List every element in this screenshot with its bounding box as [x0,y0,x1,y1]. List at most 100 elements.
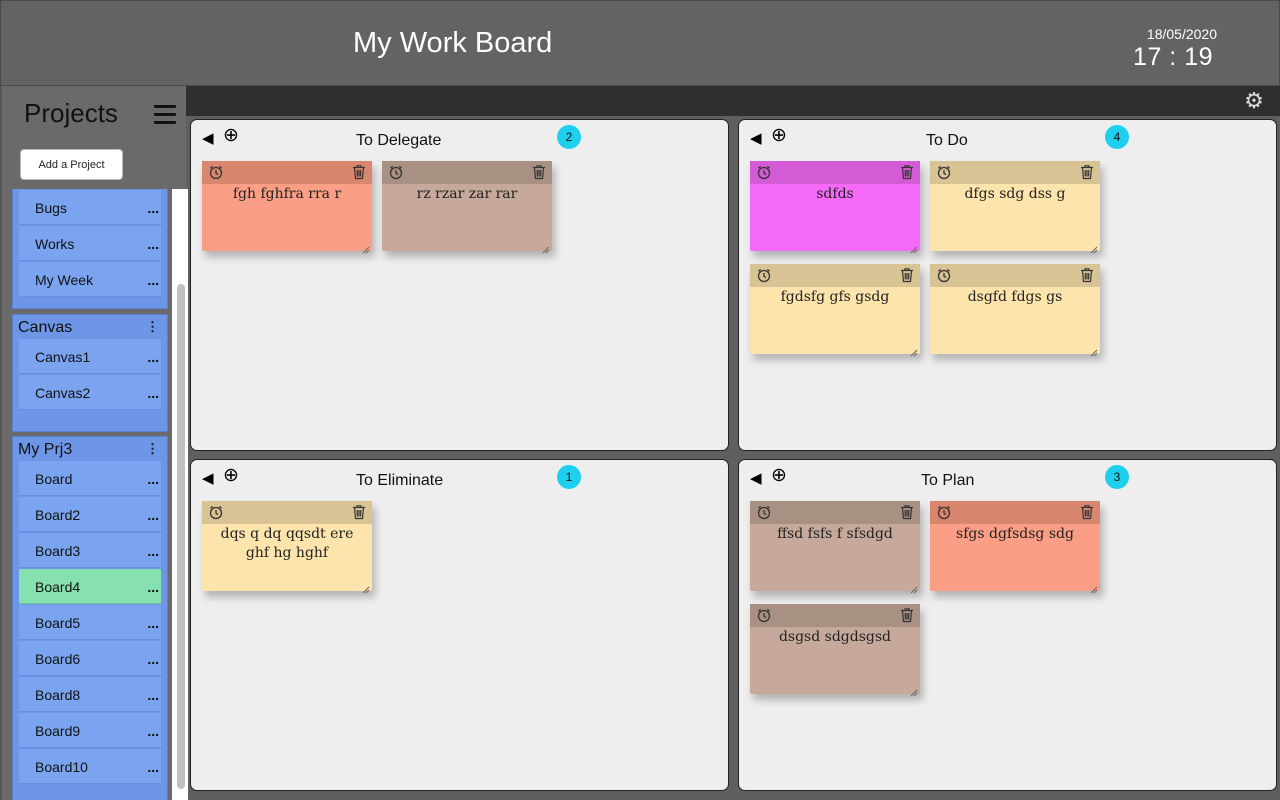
item-menu-button[interactable]: ... [147,385,159,401]
resize-handle-icon[interactable] [1090,241,1098,254]
board-item[interactable]: Board10... [19,749,161,784]
item-menu-button[interactable]: ... [147,349,159,365]
sidebar-scrollbar-thumb[interactable] [177,284,185,789]
board-item[interactable]: Board3... [19,533,161,568]
note-header [930,161,1100,184]
board-item[interactable]: Bugs ... [19,190,161,225]
board-item[interactable]: Board2... [19,497,161,532]
trash-icon[interactable] [900,607,914,623]
trash-icon[interactable] [900,164,914,180]
note-text[interactable]: dqs q dq qqsdt ere ghf hg hghf [208,525,366,563]
item-menu-button[interactable]: ... [147,507,159,523]
alarm-clock-icon[interactable] [208,504,224,520]
alarm-clock-icon[interactable] [756,164,772,180]
resize-handle-icon[interactable] [542,241,550,254]
resize-handle-icon[interactable] [910,684,918,697]
hamburger-menu-icon[interactable] [154,105,176,125]
back-arrow-icon[interactable]: ◀ [750,469,762,487]
note-text[interactable]: sdfds [756,185,914,204]
board-item[interactable]: My Week ... [19,262,161,297]
back-arrow-icon[interactable]: ◀ [202,129,214,147]
trash-icon[interactable] [900,267,914,283]
project-group-header[interactable]: Canvas ⋮ [13,315,167,339]
back-arrow-icon[interactable]: ◀ [202,469,214,487]
resize-handle-icon[interactable] [1090,344,1098,357]
add-note-icon[interactable]: ⊕ [771,466,787,485]
alarm-clock-icon[interactable] [756,267,772,283]
sticky-note[interactable]: fgdsfg gfs gsdg [750,264,920,357]
quadrant-to-do: ◀ ⊕ To Do 4 sdfds dfgs sdg dss g fgdsfg gf… [738,119,1277,451]
board-item[interactable]: Works ... [19,226,161,261]
resize-handle-icon[interactable] [1090,581,1098,594]
resize-handle-icon[interactable] [362,241,370,254]
alarm-clock-icon[interactable] [756,504,772,520]
item-menu-button[interactable]: ... [147,579,159,595]
board-item-active[interactable]: Board4... [19,569,161,604]
note-text[interactable]: dfgs sdg dss g [936,185,1094,204]
project-group-header[interactable]: My Prj3 ⋮ [13,437,167,461]
resize-handle-icon[interactable] [362,581,370,594]
item-menu-button[interactable]: ... [147,759,159,775]
board-item[interactable]: Board... [19,461,161,496]
alarm-clock-icon[interactable] [936,164,952,180]
trash-icon[interactable] [1080,267,1094,283]
note-text[interactable]: rz rzar zar rar [388,185,546,204]
note-text[interactable]: ffsd fsfs f sfsdgd [756,525,914,544]
project-menu-button[interactable]: ⋮ [146,319,159,335]
trash-icon[interactable] [1080,164,1094,180]
item-menu-button[interactable]: ... [147,687,159,703]
settings-gear-icon[interactable]: ⚙ [1242,89,1266,113]
sticky-note[interactable]: ffsd fsfs f sfsdgd [750,501,920,594]
item-menu-button[interactable]: ... [147,651,159,667]
add-project-button[interactable]: Add a Project [20,149,123,180]
sticky-note[interactable]: dfgs sdg dss g [930,161,1100,254]
add-note-icon[interactable]: ⊕ [223,466,239,485]
sticky-note[interactable]: dsgsd sdgdsgsd [750,604,920,697]
item-menu-button[interactable]: ... [147,200,159,216]
item-menu-button[interactable]: ... [147,543,159,559]
trash-icon[interactable] [1080,504,1094,520]
back-arrow-icon[interactable]: ◀ [750,129,762,147]
alarm-clock-icon[interactable] [756,607,772,623]
resize-handle-icon[interactable] [910,241,918,254]
note-text[interactable]: dsgfd fdgs gs [936,288,1094,307]
trash-icon[interactable] [352,504,366,520]
trash-icon[interactable] [352,164,366,180]
alarm-clock-icon[interactable] [208,164,224,180]
resize-handle-icon[interactable] [910,344,918,357]
sticky-note[interactable]: fgh fghfra rra r [202,161,372,254]
sticky-note[interactable]: dqs q dq qqsdt ere ghf hg hghf [202,501,372,594]
board-item[interactable]: Board5... [19,605,161,640]
sticky-note[interactable]: dsgfd fdgs gs [930,264,1100,357]
add-note-icon[interactable]: ⊕ [771,126,787,145]
sticky-note[interactable]: sdfds [750,161,920,254]
board-item[interactable]: Board9... [19,713,161,748]
board-item[interactable]: Canvas2 ... [19,375,161,410]
note-text[interactable]: dsgsd sdgdsgsd [756,628,914,647]
project-menu-button[interactable]: ⋮ [146,441,159,457]
item-menu-button[interactable]: ... [147,272,159,288]
add-note-icon[interactable]: ⊕ [223,126,239,145]
note-header [382,161,552,184]
note-text[interactable]: sfgs dgfsdsg sdg [936,525,1094,544]
sticky-note[interactable]: sfgs dgfsdsg sdg [930,501,1100,594]
item-menu-button[interactable]: ... [147,615,159,631]
trash-icon[interactable] [900,504,914,520]
item-menu-button[interactable]: ... [147,471,159,487]
alarm-clock-icon[interactable] [936,267,952,283]
sticky-note[interactable]: rz rzar zar rar [382,161,552,254]
board-item[interactable]: Board8... [19,677,161,712]
item-menu-button[interactable]: ... [147,723,159,739]
trash-icon[interactable] [532,164,546,180]
note-text[interactable]: fgh fghfra rra r [208,185,366,204]
quadrant-to-plan: ◀ ⊕ To Plan 3 ffsd fsfs f sfsdgd sfgs dgf… [738,459,1277,791]
resize-handle-icon[interactable] [910,581,918,594]
note-text[interactable]: fgdsfg gfs gsdg [756,288,914,307]
alarm-clock-icon[interactable] [936,504,952,520]
board-item[interactable]: Canvas1 ... [19,339,161,374]
board-item[interactable]: Board6... [19,641,161,676]
item-menu-button[interactable]: ... [147,236,159,252]
board-toolbar: ⚙ [186,86,1280,116]
alarm-clock-icon[interactable] [388,164,404,180]
project-group: Canvas ⋮ Canvas1 ... Canvas2 ... [12,314,168,432]
